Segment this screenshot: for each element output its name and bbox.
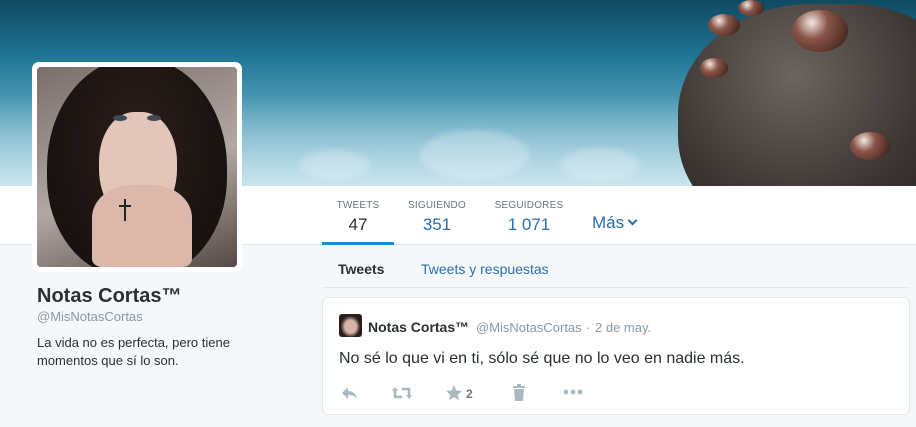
profile-handle[interactable]: @MisNotasCortas [37,309,143,324]
retweet-icon[interactable] [391,384,413,402]
more-label: Más [592,213,625,232]
profile-bio: La vida no es perfecta, pero tiene momen… [37,335,230,368]
tweet-avatar[interactable] [339,314,362,337]
tab-tweets[interactable]: Tweets [338,261,384,277]
stat-label: TWEETS [336,200,380,211]
avatar [37,67,237,267]
stat-value: 351 [422,215,452,234]
stat-following[interactable]: SIGUIENDO 351 [402,186,472,245]
tweet-date[interactable]: 2 de may. [595,320,651,335]
tweet-separator: · [586,320,591,335]
stat-tweets[interactable]: TWEETS 47 [322,186,394,245]
profile-name[interactable]: Notas Cortas™ [37,285,181,308]
tweet-author-name[interactable]: Notas Cortas™ [368,319,469,335]
trash-icon[interactable] [512,384,526,402]
favorite-count: 2 [466,387,473,401]
stat-followers[interactable]: SEGUIDORES 1 071 [490,186,568,245]
star-icon[interactable] [445,384,463,402]
reply-icon[interactable] [341,384,359,402]
profile-avatar[interactable] [32,62,242,272]
stat-label: SIGUIENDO [408,200,466,211]
more-button[interactable]: Más [592,213,638,233]
stat-value: 47 [348,215,368,234]
chevron-down-icon [627,215,638,226]
stat-value: 1 071 [507,215,551,234]
tab-tweets-and-replies[interactable]: Tweets y respuestas [421,261,549,277]
more-dots-icon[interactable] [563,388,583,406]
stat-label: SEGUIDORES [494,200,564,211]
tweet-text: No sé lo que vi en ti, sólo sé que no lo… [339,350,745,367]
cross-tattoo [117,199,133,221]
tweet-author-handle[interactable]: @MisNotasCortas [476,320,582,335]
tweet-card[interactable]: Notas Cortas™ @MisNotasCortas · 2 de may… [322,297,910,415]
timeline-tabs: Tweets Tweets y respuestas [322,250,910,288]
